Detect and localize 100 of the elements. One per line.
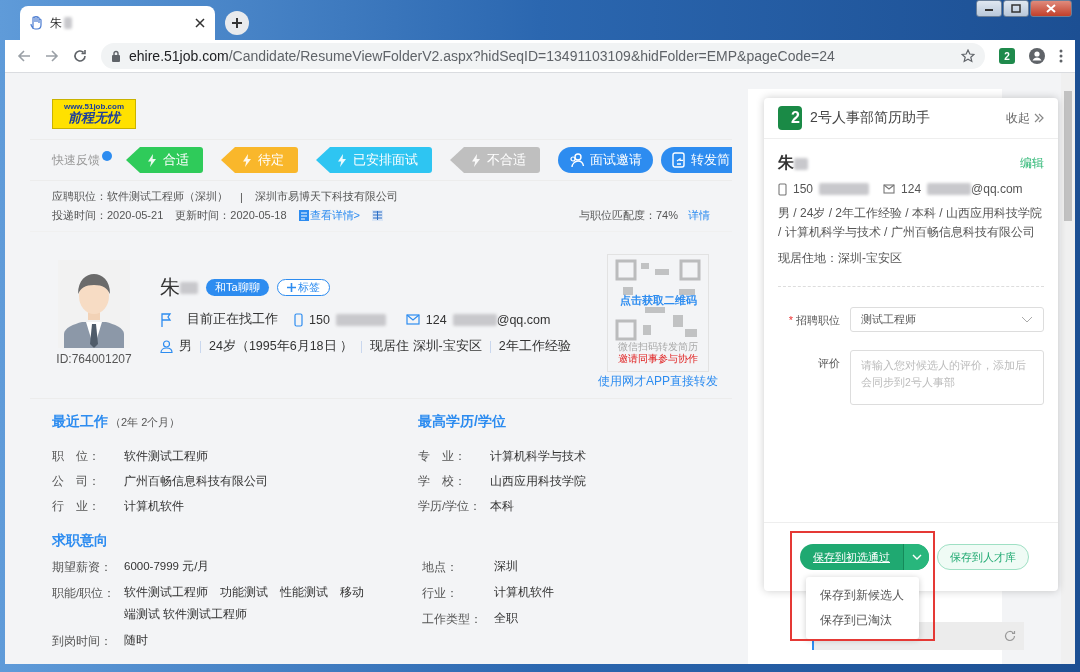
feedback-tag[interactable]: 合适 [126, 147, 203, 173]
menu-icon[interactable] [1059, 49, 1063, 63]
scrollbar-thumb[interactable] [1064, 91, 1072, 221]
browser-tab[interactable]: 朱 [20, 6, 215, 40]
save-talent-pool-button[interactable]: 保存到人才库 [937, 544, 1029, 570]
field-label: 工作类型： [422, 611, 483, 627]
applied-position: 应聘职位：软件测试工程师（深圳） [52, 189, 228, 204]
maximize-button[interactable] [1003, 0, 1029, 17]
phone-number: 150 [793, 182, 814, 196]
position-select[interactable]: 测试工程师 [850, 306, 1044, 332]
profile-fact: 男 [179, 338, 192, 355]
quick-feedback-label: 快速反馈 [52, 151, 100, 169]
field-value: 软件测试工程师 [124, 449, 208, 464]
maximize-icon [1011, 4, 1021, 13]
close-icon[interactable] [195, 18, 205, 28]
close-icon [1046, 4, 1056, 13]
candidate-name: 朱 [160, 275, 180, 300]
double-chevron-icon [1034, 113, 1044, 123]
tab-title: 朱 [50, 14, 62, 32]
update-time: 更新时间：2020-05-18 [175, 208, 287, 223]
grid-icon[interactable] [372, 210, 383, 221]
field-value: 随时 [124, 632, 148, 648]
action-button[interactable]: 转发简 [661, 147, 732, 173]
menu-item[interactable]: 保存到新候选人 [806, 583, 919, 608]
candidate-id: ID:764001207 [56, 352, 132, 366]
profile-icon[interactable] [1029, 48, 1045, 64]
field-label: 期望薪资： [52, 560, 113, 575]
person-icon [160, 340, 173, 353]
delivery-time: 投递时间：2020-05-21 [52, 208, 164, 223]
flag-icon [160, 312, 173, 327]
feedback-tag[interactable]: 不合适 [450, 147, 540, 173]
lightning-icon [148, 153, 156, 167]
menu-item[interactable]: 保存到已淘汰 [806, 608, 919, 633]
field-label: 行 业： [52, 499, 101, 514]
phone-number: 150 [309, 312, 330, 327]
back-icon[interactable] [17, 49, 31, 63]
residence-text: 现居住地：深圳-宝安区 [778, 250, 903, 268]
field-label: 学 校： [418, 474, 467, 489]
plus-icon [231, 17, 243, 29]
chevron-down-icon [1021, 315, 1033, 323]
field-value: 计算机软件 [124, 499, 184, 514]
lightning-icon [472, 153, 480, 167]
forward-icon[interactable] [45, 49, 59, 63]
address-bar[interactable]: ehire.51job.com/Candidate/ResumeViewFolderV2.aspx?hidSeqID=13491103109&hidFolder=EMP&pageCode=24 [101, 43, 985, 69]
extension-button[interactable]: 2 [999, 48, 1015, 64]
feedback-tag[interactable]: 待定 [221, 147, 298, 173]
field-label: 学历/学位： [418, 499, 483, 514]
get-qr-code-link[interactable]: 点击获取二维码 [619, 293, 697, 308]
dropdown-toggle[interactable] [903, 544, 929, 570]
phone-icon [778, 182, 787, 196]
field-label: 公 司： [52, 474, 101, 489]
reload-icon[interactable] [73, 49, 87, 63]
add-tag-button[interactable]: 标签 [276, 279, 330, 296]
candidate-summary: 男 / 24岁 / 2年工作经验 / 本科 / 山西应用科技学院 / 计算机科学与技术 / 广州百畅信息科技有限公司 [778, 205, 1044, 241]
field-value: 本科 [490, 499, 514, 514]
mail-icon [405, 314, 420, 325]
field-label: 到岗时间： [52, 633, 113, 649]
job-status: 目前正在找工作 [187, 311, 278, 328]
match-details-link[interactable]: 详情 [688, 208, 710, 223]
profile-fact: 24岁（1995年6月18日 ） [209, 338, 354, 355]
profile-fact: 现居住 深圳-宝安区 [370, 338, 482, 355]
section-title: 最近工作 [52, 413, 108, 431]
field-label: 行业： [422, 585, 459, 601]
field-value: 全职 [494, 610, 518, 626]
field-value: 深圳 [494, 559, 518, 574]
action-button[interactable]: 面试邀请 [558, 147, 653, 173]
close-button[interactable] [1030, 0, 1072, 17]
feedback-tag[interactable]: 已安排面试 [316, 147, 432, 173]
email-domain: @qq.com [971, 182, 1023, 196]
collapse-link[interactable]: 收起 [1006, 109, 1044, 127]
separator-text: | [240, 190, 243, 203]
lock-icon [111, 50, 121, 62]
lightning-icon [338, 153, 346, 167]
email-domain: @qq.com [496, 312, 551, 327]
document-share-icon [672, 152, 686, 168]
view-details-link[interactable]: 查看详情> [298, 208, 360, 223]
info-icon[interactable] [102, 151, 112, 161]
email-prefix: 124 [901, 182, 922, 196]
invite-colleagues-link[interactable]: 邀请同事参与协作 [618, 353, 698, 365]
lightning-icon [243, 153, 251, 167]
qr-code-card[interactable]: 点击获取二维码 微信扫码转发简历 邀请同事参与协作 [607, 254, 709, 372]
site-logo[interactable]: www.51job.com 前程无忧 [52, 99, 136, 129]
email-prefix: 124 [425, 312, 447, 327]
panel-title: 2号人事部简历助手 [810, 109, 931, 127]
document-icon [298, 210, 309, 221]
field-value: 软件测试工程师 功能测试 性能测试 移动端测试 软件测试工程师 [124, 584, 365, 622]
edit-link[interactable]: 编辑 [1020, 155, 1044, 172]
assistant-logo: 2 [778, 106, 802, 130]
field-value: 6000-7999 元/月 [124, 559, 210, 574]
field-label: 专 业： [418, 449, 467, 464]
star-icon[interactable] [961, 49, 975, 63]
field-label: 职 位： [52, 449, 101, 464]
minimize-button[interactable] [976, 0, 1002, 17]
field-value: 广州百畅信息科技有限公司 [124, 474, 268, 489]
chat-button[interactable]: 和Ta聊聊 [206, 279, 269, 296]
hand-icon [30, 16, 42, 30]
profile-fact: 2年工作经验 [498, 338, 571, 355]
app-forward-link[interactable]: 使用网才APP直接转发 [598, 373, 718, 390]
new-tab-button[interactable] [225, 11, 249, 35]
candidate-name: 朱 [778, 153, 794, 173]
